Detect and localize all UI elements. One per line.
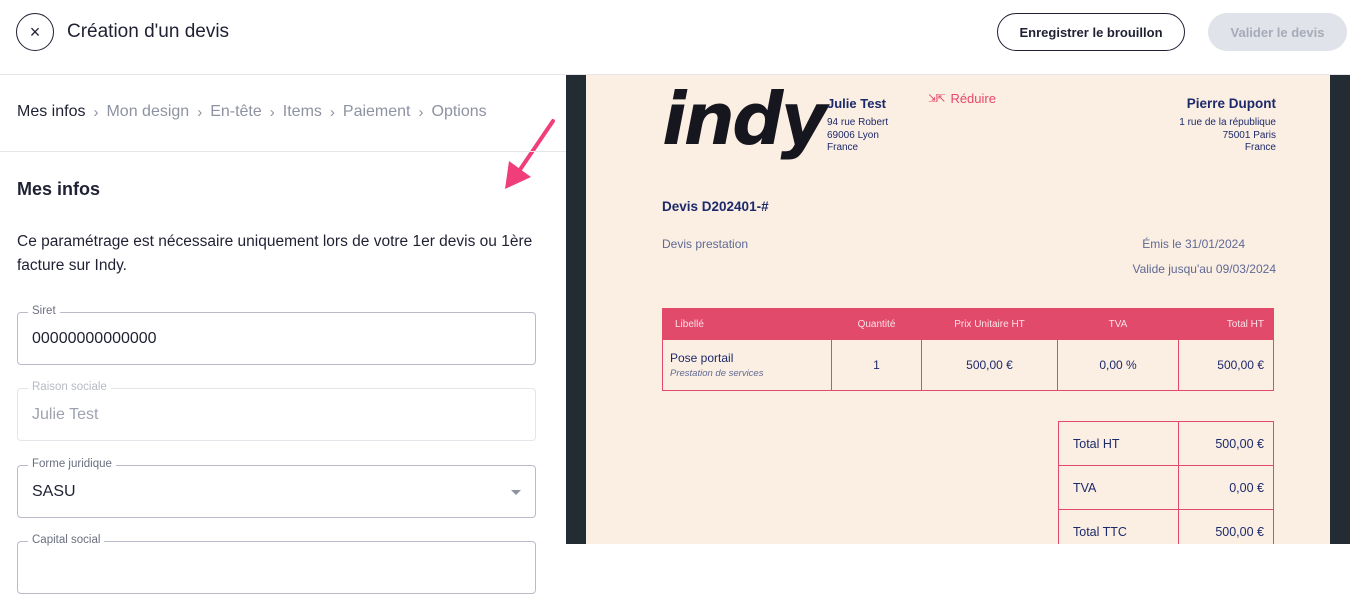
quote-number: Devis D202401-# — [662, 199, 769, 214]
total-label: Total HT — [1058, 421, 1179, 466]
seller-address-line: 94 rue Robert — [827, 117, 889, 128]
seller-address: 94 rue Robert 69006 Lyon France — [827, 117, 888, 155]
items-table-header: Libellé Quantité Prix Unitaire HT TVA To… — [662, 308, 1274, 340]
save-draft-button[interactable]: Enregistrer le brouillon — [997, 13, 1185, 51]
total-value: 0,00 € — [1178, 465, 1274, 510]
forme-juridique-value: SASU — [32, 483, 76, 500]
client-address-line: France — [1244, 142, 1276, 153]
client-name: Pierre Dupont — [1186, 96, 1276, 111]
seller-name: Julie Test — [827, 96, 887, 111]
step-mes-infos[interactable]: Mes infos — [17, 103, 85, 121]
item-total: 500,00 € — [1178, 339, 1274, 391]
top-bar: × Création d'un devis Enregistrer le bro… — [0, 0, 1350, 75]
valid-until-date: Valide jusqu'au 09/03/2024 — [1132, 262, 1276, 276]
reduce-button[interactable]: ⇲⇱ Réduire — [928, 91, 996, 106]
raison-sociale-value: Julie Test — [32, 406, 99, 423]
client-address-line: 1 rue de la république — [1179, 117, 1276, 128]
siret-field[interactable]: Siret 00000000000000 — [17, 305, 536, 365]
col-quantite: Quantité — [831, 308, 922, 340]
col-total-ht: Total HT — [1178, 308, 1274, 340]
step-options[interactable]: Options — [432, 103, 487, 121]
total-value: 500,00 € — [1178, 509, 1274, 544]
section-description: Ce paramétrage est nécessaire uniquement… — [17, 233, 533, 274]
items-table: Libellé Quantité Prix Unitaire HT TVA To… — [662, 308, 1274, 391]
raison-sociale-label: Raison sociale — [28, 381, 111, 393]
siret-value: 00000000000000 — [32, 330, 157, 347]
total-label: TVA — [1058, 465, 1179, 510]
close-icon: × — [29, 21, 41, 42]
chevron-right-icon: › — [329, 103, 335, 121]
item-sublabel: Prestation de services — [670, 368, 764, 379]
chevron-right-icon: › — [418, 103, 424, 121]
item-vat: 0,00 % — [1057, 339, 1179, 391]
total-value: 500,00 € — [1178, 421, 1274, 466]
chevron-down-icon — [511, 490, 521, 495]
validate-quote-button[interactable]: Valider le devis — [1208, 13, 1347, 51]
close-button[interactable]: × — [16, 13, 54, 51]
page-title: Création d'un devis — [67, 21, 230, 42]
chevron-right-icon: › — [269, 103, 275, 121]
totals-row: TVA 0,00 € — [1058, 465, 1274, 510]
forme-juridique-select[interactable]: Forme juridique SASU — [17, 458, 536, 518]
table-row: Pose portail Prestation de services 1 50… — [662, 339, 1274, 391]
col-prix-unitaire: Prix Unitaire HT — [921, 308, 1058, 340]
item-label-cell: Pose portail Prestation de services — [662, 339, 832, 391]
raison-sociale-field: Raison sociale Julie Test — [17, 381, 536, 441]
section-title: Mes infos — [17, 179, 101, 199]
client-address: 1 rue de la république 75001 Paris Franc… — [1179, 117, 1276, 155]
item-label: Pose portail — [670, 351, 734, 365]
siret-label: Siret — [28, 305, 60, 317]
totals-table: Total HT 500,00 € TVA 0,00 € Total TTC 5… — [1058, 421, 1274, 544]
total-label: Total TTC — [1058, 509, 1179, 544]
capital-social-field[interactable]: Capital social — [17, 534, 536, 594]
totals-row: Total HT 500,00 € — [1058, 421, 1274, 466]
annotation-arrow-icon — [505, 119, 555, 189]
quote-type: Devis prestation — [662, 237, 749, 251]
chevron-right-icon: › — [197, 103, 203, 121]
step-paiement[interactable]: Paiement — [343, 103, 411, 121]
item-unit-price: 500,00 € — [921, 339, 1058, 391]
indy-logo: indy — [662, 77, 827, 161]
divider — [0, 151, 566, 152]
capital-social-label: Capital social — [28, 534, 105, 546]
collapse-icon: ⇲⇱ — [928, 92, 945, 105]
totals-row: Total TTC 500,00 € — [1058, 509, 1274, 544]
client-address-line: 75001 Paris — [1222, 129, 1276, 141]
step-mon-design[interactable]: Mon design — [106, 103, 189, 121]
issue-date: Émis le 31/01/2024 — [1142, 237, 1245, 251]
breadcrumb: Mes infos › Mon design › En-tête › Items… — [17, 103, 487, 121]
forme-juridique-label: Forme juridique — [28, 458, 116, 470]
quote-document: indy Julie Test 94 rue Robert 69006 Lyon… — [586, 75, 1330, 544]
seller-address-line: 69006 Lyon — [827, 129, 879, 141]
seller-address-line: France — [827, 142, 859, 153]
quote-preview-panel: indy Julie Test 94 rue Robert 69006 Lyon… — [566, 75, 1350, 544]
item-quantity: 1 — [831, 339, 922, 391]
step-items[interactable]: Items — [283, 103, 322, 121]
col-tva: TVA — [1057, 308, 1179, 340]
col-libelle: Libellé — [662, 308, 832, 340]
reduce-label: Réduire — [950, 91, 996, 106]
chevron-right-icon: › — [93, 103, 99, 121]
settings-panel: Mes infos › Mon design › En-tête › Items… — [0, 75, 566, 594]
step-en-tete[interactable]: En-tête — [210, 103, 262, 121]
